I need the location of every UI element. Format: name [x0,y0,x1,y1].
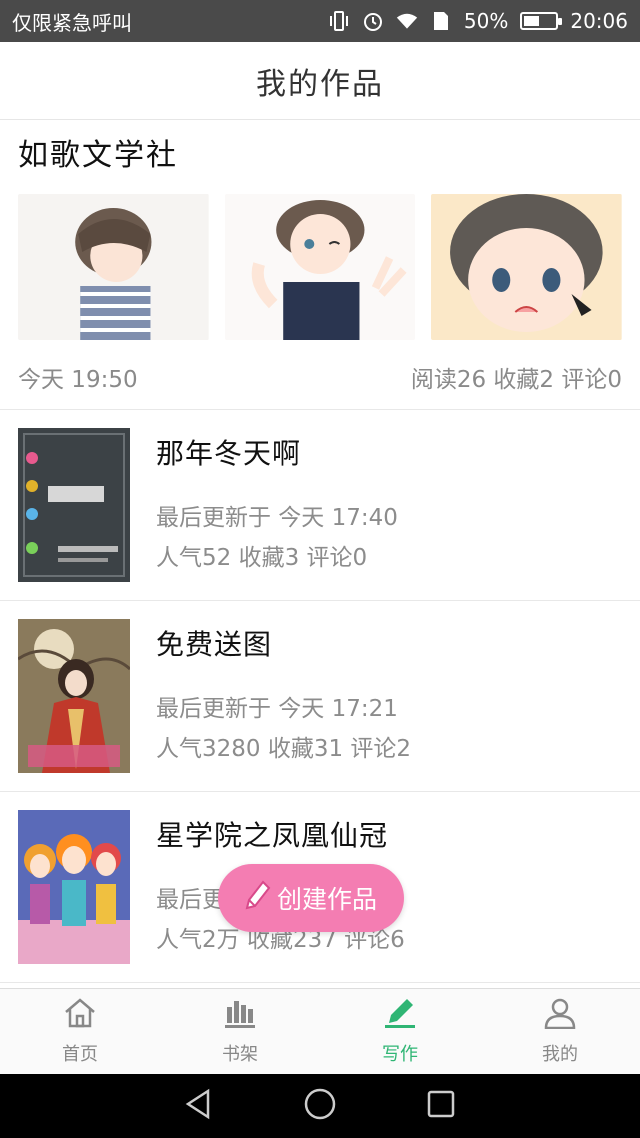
group-title: 如歌文学社 [18,138,178,173]
alarm-icon [362,10,384,32]
home-icon [63,997,97,1034]
works-list[interactable]: 如歌文学社 今天 19:50 阅读26 收藏2 评论0 那年冬天啊 最后更新于 … [0,120,640,988]
bottom-tab-bar: 首页 书架 写作 我的 [0,988,640,1074]
create-work-label: 创建作品 [276,885,377,914]
work-title: 那年冬天啊 [156,437,302,470]
home-nav-icon[interactable] [303,1087,337,1125]
book-cover [18,619,130,773]
work-item[interactable]: 免费送图 最后更新于 今天 17:21 人气3280 收藏31 评论2 [0,601,640,792]
work-stats: 人气52 收藏3 评论0 [156,545,368,571]
tab-bookshelf[interactable]: 书架 [160,989,320,1074]
back-icon[interactable] [184,1088,214,1124]
tab-label: 写作 [382,1044,418,1065]
page-title: 我的作品 [256,66,384,102]
tab-home[interactable]: 首页 [0,989,160,1074]
work-updated: 最后更新于 今天 17:40 [156,505,398,531]
book-cover [18,810,130,964]
work-title: 免费送图 [156,628,273,661]
profile-icon [543,997,577,1034]
group-meta: 今天 19:50 阅读26 收藏2 评论0 [18,360,622,394]
work-title: 星学院之凤凰仙冠 [156,819,389,852]
group-stats: 阅读26 收藏2 评论0 [410,367,622,393]
group-date: 今天 19:50 [18,367,138,393]
vibrate-icon [328,10,350,32]
illustration-image [224,194,416,340]
book-cover [18,428,130,582]
tab-write[interactable]: 写作 [320,989,480,1074]
status-bar: 仅限紧急呼叫 50% 20:06 [0,0,640,42]
work-updated: 最后更新于 今天 17:21 [156,696,398,722]
recents-icon[interactable] [426,1089,456,1123]
illustration-image [18,194,209,340]
tab-label: 我的 [542,1044,578,1065]
battery-percent: 50% [463,9,509,33]
battery-fill [524,16,540,26]
tab-label: 书架 [222,1044,258,1065]
pen-icon [383,997,417,1034]
group-card[interactable]: 如歌文学社 今天 19:50 阅读26 收藏2 评论0 [0,120,640,410]
app-header: 我的作品 [0,42,640,120]
system-nav-bar [0,1074,640,1138]
bookshelf-icon [223,997,257,1034]
wifi-icon [396,10,418,32]
tab-label: 首页 [62,1044,98,1065]
sim-icon [430,10,452,32]
create-work-button[interactable]: 创建作品 [218,864,404,932]
battery-icon [520,12,563,30]
carrier-text: 仅限紧急呼叫 [12,10,132,35]
work-stats: 人气3280 收藏31 评论2 [156,736,412,762]
work-item[interactable]: 那年冬天啊 最后更新于 今天 17:40 人气52 收藏3 评论0 [0,410,640,601]
pencil-icon [245,880,277,916]
group-images [18,194,623,340]
clock: 20:06 [570,9,628,33]
tab-profile[interactable]: 我的 [480,989,640,1074]
illustration-image [431,194,623,340]
